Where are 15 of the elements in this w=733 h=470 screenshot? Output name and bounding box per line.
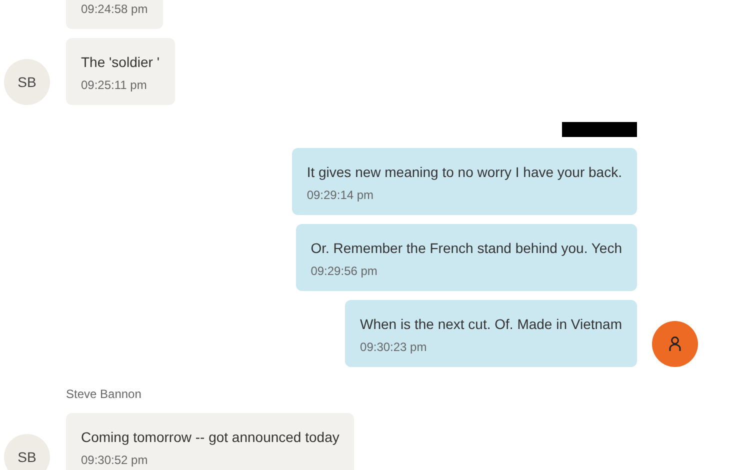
message-text: Coming tomorrow -- got announced today [81, 428, 340, 447]
message-text: When is the next cut. Of. Made in Vietnam [360, 315, 622, 334]
message-text: It gives new meaning to no worry I have your back. [306, 163, 622, 182]
avatar-initials: SB [4, 434, 50, 470]
message-text: Or. Remember the French stand behind you. Yech [310, 239, 622, 258]
message-time: 09:29:56 pm [310, 263, 378, 280]
message-time: 09:30:23 pm [360, 339, 428, 356]
message-time: 09:30:52 pm [81, 452, 149, 469]
message-text: The 'soldier ' [81, 53, 160, 72]
message-time: 09:29:14 pm [306, 187, 375, 204]
message-time: 09:25:11 pm [81, 77, 148, 94]
person-icon [669, 336, 681, 352]
avatar-initials: SB [4, 59, 50, 105]
sender-name: Steve Bannon [65, 386, 142, 403]
message-time: 09:24:58 pm [81, 1, 148, 18]
